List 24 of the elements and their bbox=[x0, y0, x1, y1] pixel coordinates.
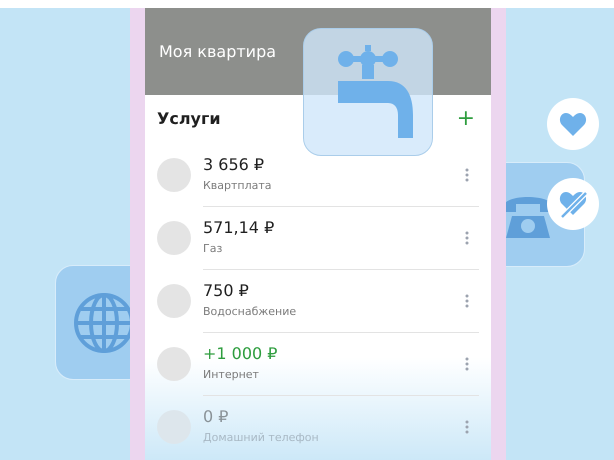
service-amount: 750 ₽ bbox=[203, 281, 250, 302]
more-icon[interactable] bbox=[465, 294, 469, 308]
service-name: Интернет bbox=[203, 367, 260, 384]
favorite-button[interactable] bbox=[547, 98, 599, 150]
service-amount: 3 656 ₽ bbox=[203, 154, 266, 175]
header-title: Моя квартира bbox=[159, 40, 276, 62]
services-title: Услуги bbox=[157, 108, 221, 130]
service-name: Водоснабжение bbox=[203, 304, 296, 320]
service-name: Газ bbox=[203, 241, 224, 258]
service-avatar bbox=[157, 284, 191, 318]
more-icon[interactable] bbox=[465, 231, 469, 245]
service-name: Квартплата bbox=[203, 178, 272, 194]
heart-icon bbox=[559, 112, 587, 136]
more-icon[interactable] bbox=[465, 168, 469, 182]
more-icon[interactable] bbox=[465, 357, 469, 371]
service-avatar bbox=[157, 158, 191, 192]
crossed-heart-icon bbox=[558, 190, 588, 218]
service-avatar bbox=[157, 220, 191, 254]
service-amount: +1 000 ₽ bbox=[203, 344, 278, 364]
service-amount: 0 ₽ bbox=[203, 407, 230, 428]
add-button[interactable]: + bbox=[454, 108, 477, 130]
service-avatar bbox=[157, 346, 191, 380]
service-amount: 571,14 ₽ bbox=[203, 218, 274, 238]
more-icon[interactable] bbox=[465, 420, 469, 434]
